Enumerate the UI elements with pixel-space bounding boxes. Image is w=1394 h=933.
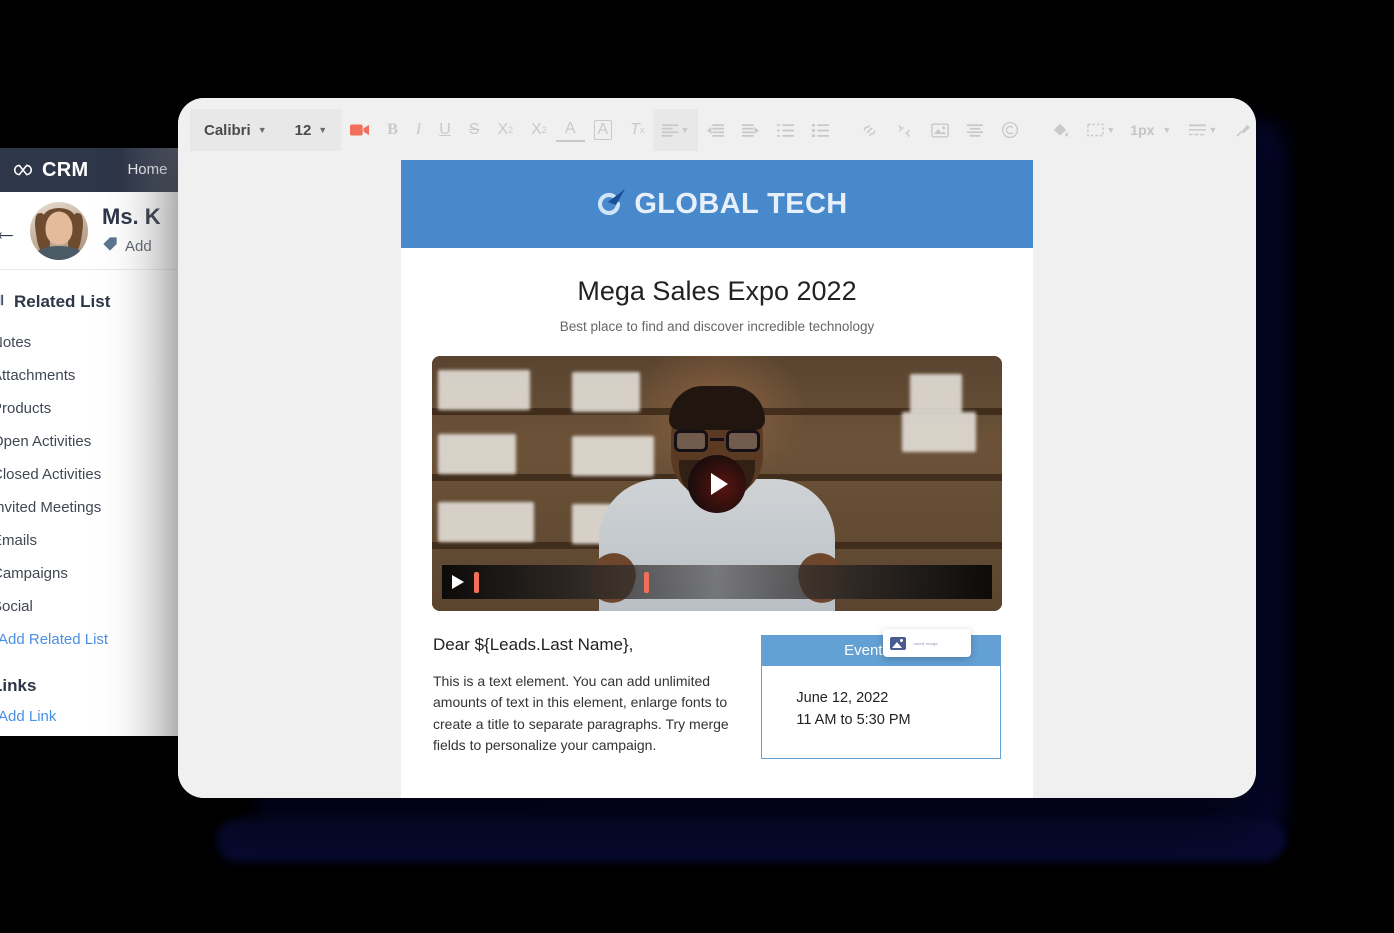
email-salutation[interactable]: Dear ${Leads.Last Name}, [433, 635, 737, 655]
chevron-down-icon: ▼ [680, 125, 689, 135]
font-size-select[interactable]: 12 ▼ [281, 109, 342, 151]
video-marker-end[interactable] [644, 572, 649, 593]
crm-record-name-block: Ms. K Add [102, 204, 161, 257]
video-insert-icon[interactable] [341, 109, 378, 151]
video-controls-bar[interactable] [442, 565, 992, 599]
image-placeholder-icon [890, 637, 906, 650]
crm-logo[interactable]: CRM [12, 159, 88, 182]
chevron-down-icon: ▼ [318, 125, 327, 135]
border-width-caret[interactable]: ▼ [1160, 109, 1180, 151]
video-marker-start[interactable] [474, 572, 479, 593]
copyright-icon[interactable] [992, 109, 1028, 151]
email-body-text[interactable]: This is a text element. You can add unli… [433, 671, 737, 756]
crm-nav-home[interactable]: Home [110, 148, 184, 192]
bold-icon[interactable]: B [378, 109, 407, 151]
highlight-color-icon[interactable]: A [585, 109, 622, 151]
font-size-value: 12 [295, 122, 312, 139]
globe-arrow-logo-icon [586, 181, 632, 227]
back-arrow-icon[interactable]: ← [0, 218, 30, 244]
event-card-body[interactable]: June 12, 2022 11 AM to 5:30 PM [761, 666, 1001, 759]
indent-icon[interactable] [733, 109, 768, 151]
subscript-icon[interactable]: X2 [488, 109, 522, 151]
border-style-icon[interactable]: ▼ [1078, 109, 1124, 151]
play-icon[interactable] [452, 575, 464, 589]
window-glow-bottom [216, 818, 1286, 862]
brand-name: GLOBAL TECH [634, 188, 847, 221]
font-family-select[interactable]: Calibri ▼ [190, 109, 281, 151]
align-icon[interactable]: ▼ [653, 109, 698, 151]
line-style-icon[interactable]: ▼ [1180, 109, 1226, 151]
clear-formatting-icon[interactable]: Tx [621, 109, 653, 151]
blockquote-icon[interactable] [958, 109, 992, 151]
page-title: Ms. K [102, 204, 161, 230]
email-body-row: Dear ${Leads.Last Name}, This is a text … [401, 611, 1033, 759]
image-insert-popup[interactable]: Insert image [883, 629, 971, 657]
font-controls-group: Calibri ▼ 12 ▼ [190, 109, 341, 151]
event-time: 11 AM to 5:30 PM [796, 710, 1000, 732]
avatar [30, 202, 88, 260]
tag-icon [102, 236, 118, 257]
email-canvas: GLOBAL TECH Mega Sales Expo 2022 Best pl… [178, 160, 1256, 798]
email-subtitle[interactable]: Best place to find and discover incredib… [401, 319, 1033, 334]
chevron-down-icon: ▼ [258, 125, 267, 135]
email-editor-window: Calibri ▼ 12 ▼ B I U S X2 X2 A [178, 98, 1256, 798]
underline-icon[interactable]: U [430, 109, 460, 151]
event-card: Event Date June 12, 2022 11 AM to 5:30 P… [761, 635, 1001, 759]
remove-link-icon[interactable] [887, 109, 922, 151]
video-element[interactable] [432, 356, 1002, 611]
italic-icon[interactable]: I [407, 109, 430, 151]
crm-brand-label: CRM [42, 159, 88, 182]
play-circle-icon[interactable] [688, 455, 746, 513]
panel-collapse-icon[interactable] [0, 293, 6, 312]
crm-tag-row[interactable]: Add [102, 236, 161, 257]
editor-toolbar: Calibri ▼ 12 ▼ B I U S X2 X2 A [178, 98, 1256, 160]
email-brand-header: GLOBAL TECH [401, 160, 1033, 248]
unordered-list-icon[interactable] [803, 109, 838, 151]
email-title[interactable]: Mega Sales Expo 2022 [401, 276, 1033, 307]
border-width-select[interactable]: 1px [1124, 122, 1160, 138]
outdent-icon[interactable] [698, 109, 733, 151]
paragraph-align-group: ▼ [653, 109, 698, 151]
chevron-down-icon: ▼ [1106, 125, 1115, 135]
font-color-icon[interactable]: A [556, 118, 585, 142]
background-fill-icon[interactable] [1042, 109, 1078, 151]
image-popup-label: Insert image [913, 641, 937, 646]
crm-add-tag-label: Add [125, 238, 152, 255]
ordered-list-icon[interactable] [768, 109, 803, 151]
superscript-icon[interactable]: X2 [522, 109, 556, 151]
infinity-loop-icon [12, 159, 34, 181]
related-list-title: Related List [14, 292, 110, 312]
insert-link-icon[interactable] [852, 109, 887, 151]
event-date: June 12, 2022 [796, 688, 1000, 710]
chevron-down-icon: ▼ [1162, 125, 1171, 135]
strikethrough-icon[interactable]: S [460, 109, 489, 151]
format-painter-icon[interactable] [1226, 109, 1256, 151]
email-template: GLOBAL TECH Mega Sales Expo 2022 Best pl… [401, 160, 1033, 798]
email-text-column: Dear ${Leads.Last Name}, This is a text … [433, 635, 737, 759]
chevron-down-icon: ▼ [1208, 125, 1217, 135]
font-family-value: Calibri [204, 122, 251, 139]
insert-image-icon[interactable] [922, 109, 958, 151]
